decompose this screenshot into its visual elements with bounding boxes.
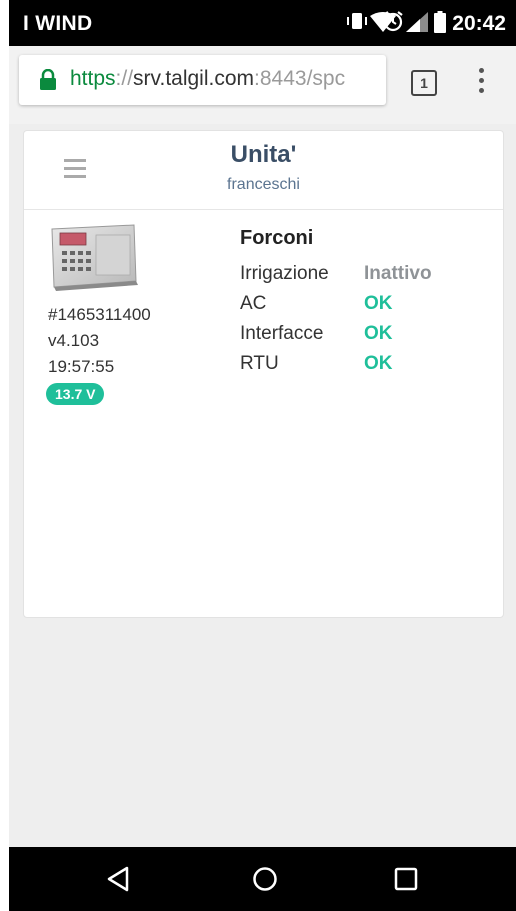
wifi-icon bbox=[370, 12, 396, 37]
menu-dot-icon bbox=[478, 78, 484, 83]
menu-dot-icon bbox=[478, 68, 484, 73]
vibrate-icon bbox=[346, 11, 368, 31]
status-row: Interfacce OK bbox=[240, 319, 432, 349]
status-value: OK bbox=[364, 293, 393, 314]
home-icon[interactable] bbox=[251, 865, 279, 898]
battery-icon bbox=[434, 11, 446, 38]
carrier-name: I WIND bbox=[23, 12, 93, 35]
back-icon[interactable] bbox=[105, 865, 131, 898]
url-separator: :// bbox=[115, 67, 134, 90]
url-protocol: https bbox=[70, 67, 116, 90]
system-nav-bar bbox=[9, 847, 516, 911]
url-bar[interactable]: https://srv.talgil.com:8443/spc bbox=[19, 55, 386, 105]
phone-screen: I WIND 20:42 https://srv.talgil.com:8443… bbox=[9, 0, 516, 911]
url-host: srv.talgil.com bbox=[133, 67, 255, 90]
status-value: Inattivo bbox=[364, 263, 432, 284]
tab-switcher-button[interactable]: 1 bbox=[411, 70, 437, 96]
status-time: 20:42 bbox=[452, 12, 506, 35]
unit-serial: #1465311400 bbox=[48, 305, 151, 324]
units-card: Unita' franceschi #1465311400 v4.103 19:… bbox=[23, 130, 504, 618]
status-value: OK bbox=[364, 353, 393, 374]
url-text: https://srv.talgil.com:8443/spc bbox=[70, 67, 345, 91]
lock-icon bbox=[39, 68, 57, 96]
browser-menu-button[interactable] bbox=[475, 68, 487, 98]
card-header: Unita' franceschi bbox=[24, 131, 503, 210]
unit-time: 19:57:55 bbox=[48, 357, 115, 376]
status-value: OK bbox=[364, 323, 393, 344]
unit-version: v4.103 bbox=[48, 331, 100, 350]
status-label: Interfacce bbox=[240, 323, 324, 344]
menu-dot-icon bbox=[478, 88, 484, 93]
signal-icon bbox=[406, 12, 428, 37]
page-title: Unita' bbox=[230, 141, 297, 168]
page-subtitle: franceschi bbox=[227, 176, 300, 193]
status-label: AC bbox=[240, 293, 267, 314]
status-row: RTU OK bbox=[240, 349, 432, 379]
url-path: :8443/spc bbox=[254, 67, 346, 90]
status-row: AC OK bbox=[240, 289, 432, 319]
page-content: Unita' franceschi #1465311400 v4.103 19:… bbox=[9, 124, 516, 847]
unit-name: Forconi bbox=[240, 227, 314, 249]
unit-status-list: Irrigazione Inattivo AC OK Interfacce OK… bbox=[240, 259, 432, 379]
status-label: RTU bbox=[240, 353, 279, 374]
recents-icon[interactable] bbox=[393, 865, 419, 898]
status-row: Irrigazione Inattivo bbox=[240, 259, 432, 289]
unit-meta: #1465311400 v4.103 19:57:55 bbox=[48, 302, 151, 380]
controller-device-image bbox=[46, 223, 140, 296]
voltage-badge: 13.7 V bbox=[46, 383, 105, 405]
status-bar: I WIND 20:42 bbox=[9, 0, 516, 46]
browser-toolbar: https://srv.talgil.com:8443/spc 1 bbox=[9, 46, 516, 124]
status-label: Irrigazione bbox=[240, 263, 329, 284]
